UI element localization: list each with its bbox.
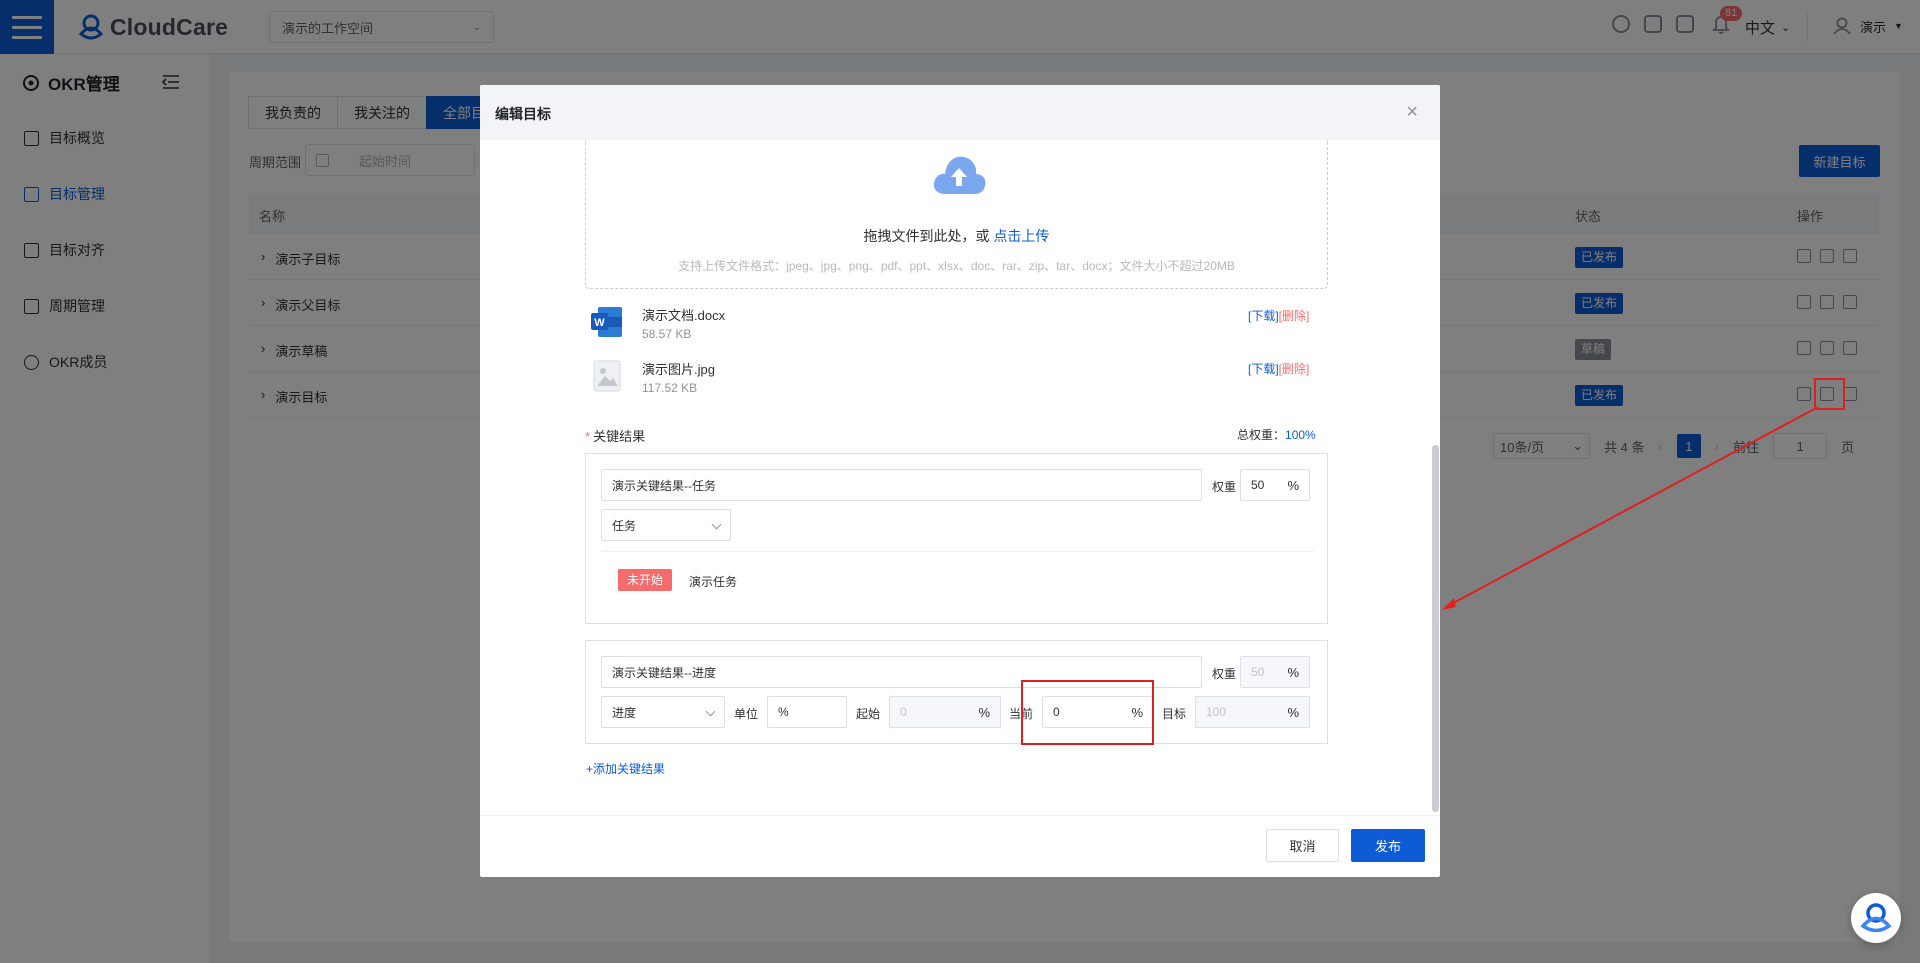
unit-label: 单位 — [734, 707, 759, 721]
kr-type-select[interactable]: 进度 — [601, 696, 725, 728]
unit-input[interactable]: % — [767, 696, 847, 728]
kr-type-value: 进度 — [612, 705, 637, 720]
assistant-logo-icon — [1860, 903, 1892, 933]
kr-weight-input: 50% — [1240, 656, 1310, 688]
publish-button[interactable]: 发布 — [1351, 829, 1425, 862]
word-file-icon: W — [591, 307, 622, 337]
dialog-footer-divider — [480, 815, 1440, 816]
annotation-arrow — [1442, 406, 1819, 610]
upload-hint: 支持上传文件格式：jpeg、jpg、png、pdf、ppt、xlsx、doc、r… — [678, 259, 1235, 273]
chevron-down-icon — [705, 706, 716, 717]
kr-name-input[interactable]: 演示关键结果--任务 — [601, 469, 1202, 501]
target-value-input: 100% — [1195, 696, 1310, 728]
close-icon[interactable]: × — [1406, 101, 1418, 124]
edit-objective-dialog: 编辑目标 × 拖拽文件到此处，或 点击上传 支持上传文件格式：jpeg、jpg、… — [480, 85, 1440, 877]
key-result-card: 演示关键结果--任务 权重 50% 任务 未开始 演示任务 — [585, 453, 1328, 624]
kr-weight-value: 50 — [1251, 665, 1265, 679]
upload-instruction: 拖拽文件到此处，或 点击上传 — [586, 226, 1327, 246]
divider — [601, 551, 1314, 552]
kr-type-value: 任务 — [612, 518, 637, 533]
cloud-upload-icon — [933, 156, 986, 194]
file-actions: [下载][删除] — [1248, 307, 1309, 324]
total-weight-label: 总权重： — [1237, 428, 1286, 442]
file-name: 演示图片.jpg — [642, 362, 715, 377]
percent-suffix: % — [1287, 704, 1299, 720]
chevron-down-icon — [711, 519, 722, 530]
file-name: 演示文档.docx — [642, 308, 726, 323]
key-results-label: * 关键结果 — [585, 426, 645, 445]
kr-weight-input[interactable]: 50% — [1240, 469, 1310, 501]
total-weight: 总权重：100% — [1237, 426, 1316, 443]
total-weight-value: 100% — [1285, 428, 1316, 442]
kr-type-select[interactable]: 任务 — [601, 509, 731, 541]
key-result-card: 演示关键结果--进度 权重 50% 进度 单位 % 起始 0% 当前 0% 目标… — [585, 640, 1328, 744]
target-value: 100 — [1206, 705, 1227, 719]
start-value: 0 — [900, 705, 907, 719]
start-value-input: 0% — [889, 696, 1001, 728]
file-size: 58.57 KB — [642, 327, 692, 341]
delete-link[interactable]: [删除] — [1279, 362, 1310, 376]
task-name[interactable]: 演示任务 — [689, 573, 737, 590]
required-mark: * — [585, 429, 591, 444]
add-key-result-link[interactable]: +添加关键结果 — [586, 760, 665, 777]
weight-label: 权重 — [1212, 667, 1237, 681]
download-link[interactable]: [下载] — [1248, 309, 1279, 323]
annotation-highlight-current — [1021, 680, 1154, 745]
image-file-icon — [593, 360, 621, 392]
target-label: 目标 — [1162, 707, 1187, 721]
file-item: 演示图片.jpg 117.52 KB — [590, 359, 715, 395]
file-item: W 演示文档.docx 58.57 KB — [590, 305, 725, 341]
percent-suffix: % — [1287, 477, 1299, 493]
weight-label: 权重 — [1212, 480, 1237, 494]
upload-text: 拖拽文件到此处，或 — [863, 228, 994, 244]
dialog-header: 编辑目标 × — [480, 85, 1440, 140]
percent-suffix: % — [978, 704, 990, 720]
percent-suffix: % — [1287, 664, 1299, 680]
help-assistant-button[interactable] — [1851, 893, 1901, 943]
upload-dropzone[interactable]: 拖拽文件到此处，或 点击上传 支持上传文件格式：jpeg、jpg、png、pdf… — [585, 140, 1328, 289]
click-upload-link[interactable]: 点击上传 — [993, 228, 1049, 244]
file-actions: [下载][删除] — [1248, 360, 1309, 377]
kr-weight-value: 50 — [1251, 478, 1265, 492]
task-status-badge: 未开始 — [618, 569, 673, 591]
start-label: 起始 — [856, 707, 881, 721]
cancel-button[interactable]: 取消 — [1266, 829, 1339, 862]
key-results-label-text: 关键结果 — [593, 429, 646, 444]
dialog-scrollbar[interactable] — [1432, 445, 1439, 812]
delete-link[interactable]: [删除] — [1279, 309, 1310, 323]
dialog-title: 编辑目标 — [495, 106, 551, 122]
download-link[interactable]: [下载] — [1248, 362, 1279, 376]
file-size: 117.52 KB — [642, 381, 698, 395]
svg-text:W: W — [594, 317, 605, 329]
